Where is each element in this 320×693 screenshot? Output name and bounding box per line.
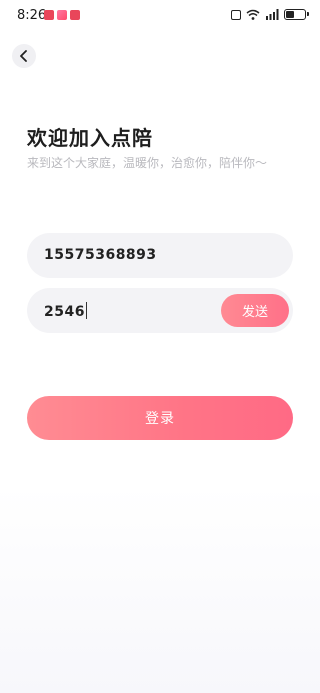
back-button[interactable] — [12, 44, 36, 68]
battery-level — [286, 11, 294, 18]
app-notification-icon — [57, 10, 67, 20]
notification-icons — [44, 10, 80, 20]
send-code-button[interactable]: 发送 — [221, 294, 289, 327]
status-indicators — [231, 9, 309, 20]
login-button[interactable]: 登录 — [27, 396, 293, 440]
app-notification-icon — [44, 10, 54, 20]
login-screen: 8:26 欢迎加入点陪 来到这个大家庭，温暖你，治愈你，陪伴你～ 1557536… — [0, 0, 320, 693]
verification-code-input[interactable]: 2546 发送 — [27, 288, 293, 333]
code-value-wrapper: 2546 — [44, 302, 87, 320]
code-value: 2546 — [44, 304, 85, 320]
battery-icon — [284, 9, 309, 20]
text-caret — [85, 302, 87, 319]
chevron-left-icon — [20, 50, 27, 62]
page-title: 欢迎加入点陪 — [27, 126, 153, 150]
phone-input[interactable]: 15575368893 — [27, 233, 293, 278]
vibrate-icon — [231, 9, 241, 20]
status-time: 8:26 — [17, 8, 47, 23]
phone-value: 15575368893 — [44, 247, 157, 263]
status-bar: 8:26 — [0, 0, 320, 34]
wifi-icon — [246, 9, 260, 20]
signal-icon — [265, 9, 279, 20]
app-notification-icon — [70, 10, 80, 20]
page-subtitle: 来到这个大家庭，温暖你，治愈你，陪伴你～ — [27, 156, 268, 170]
